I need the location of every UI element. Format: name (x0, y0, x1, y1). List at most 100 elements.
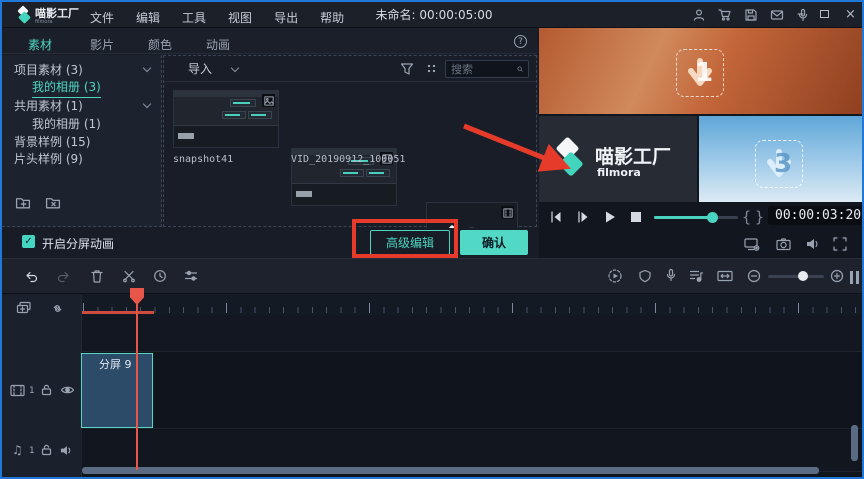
chevron-down-icon[interactable] (142, 99, 152, 109)
video-track-header: 1 (2, 353, 82, 429)
media-panel: 导入 snapshot41 (163, 55, 537, 266)
clip-label: 分屏 9 (99, 358, 132, 371)
delete-folder-icon[interactable] (45, 195, 61, 211)
lock-icon[interactable] (40, 383, 53, 397)
preview-pane-2-logo: 喵影工厂 filmora (539, 116, 697, 202)
grid-view-icon[interactable] (426, 63, 438, 75)
user-account-icon[interactable] (692, 8, 706, 22)
thumb-label-snapshot41: snapshot41 (173, 154, 234, 165)
tree-item-intro-samples[interactable]: 片头样例 (9) (14, 150, 83, 167)
render-preview-icon[interactable] (607, 268, 623, 284)
menu-view[interactable]: 视图 (228, 9, 252, 26)
audio-track: ♫ 1 (2, 430, 862, 472)
tree-item-my-album-2[interactable]: 我的相册 (1) (32, 115, 101, 132)
tree-item-shared-media[interactable]: 共用素材 (1) (14, 97, 152, 114)
playhead-line (136, 302, 138, 470)
vertical-scrollbar[interactable] (851, 425, 858, 461)
menu-file[interactable]: 文件 (90, 9, 114, 26)
app-sub-name: filmora (35, 19, 53, 25)
timeline-clip-split9[interactable]: 分屏 9 (81, 353, 153, 428)
help-icon[interactable]: ? (514, 35, 527, 48)
fullscreen-icon[interactable] (833, 237, 847, 251)
mail-icon[interactable] (770, 8, 784, 22)
display-settings-icon[interactable] (744, 237, 760, 252)
stop-icon[interactable] (630, 211, 642, 223)
dropzone-1: 1 (676, 49, 724, 97)
manage-tracks-icon[interactable] (16, 301, 32, 316)
previous-frame-icon[interactable] (549, 210, 563, 224)
adjust-settings-icon[interactable] (184, 269, 198, 283)
preview-timecode: 00:00:03:20 (768, 206, 862, 225)
tree-item-background-samples[interactable]: 背景样例 (15) (14, 133, 90, 150)
save-icon[interactable] (744, 8, 758, 22)
ruler-major-ticks (82, 303, 862, 313)
mute-speaker-icon[interactable] (60, 444, 73, 457)
add-folder-icon[interactable] (15, 195, 31, 211)
media-thumb-snapshot41[interactable] (173, 90, 279, 148)
dropzone-1-number: 1 (695, 58, 714, 88)
annotation-highlight-box (352, 219, 458, 258)
mark-in-icon[interactable]: { (742, 208, 751, 226)
split-animation-checkbox[interactable]: ✓ (22, 235, 35, 248)
fit-to-timeline-icon[interactable] (717, 269, 733, 283)
close-button[interactable]: × (845, 8, 856, 21)
import-chevron-icon[interactable] (230, 63, 240, 73)
panel-tab-bar: 素材 影片 颜色 动画 ? (2, 28, 537, 61)
lock-icon[interactable] (40, 443, 53, 457)
audio-mixer-icon[interactable] (689, 269, 704, 283)
confirm-button[interactable]: 确认 (460, 230, 528, 255)
cart-icon[interactable] (718, 8, 732, 22)
tree-item-my-album-selected[interactable]: 我的相册 (3) (32, 79, 101, 98)
chevron-down-icon[interactable] (142, 63, 152, 73)
timeline-zoom-knob[interactable] (798, 271, 808, 281)
app-name: 喵影工厂 (35, 7, 79, 20)
search-input[interactable] (451, 62, 517, 76)
shield-icon[interactable] (638, 269, 652, 283)
filter-icon[interactable] (400, 62, 414, 76)
menu-tools[interactable]: 工具 (182, 9, 206, 26)
thumb-label-vid: VID_20190912_100051 (291, 154, 406, 165)
next-frame-icon[interactable] (576, 210, 590, 224)
ruler-clip-extent-highlight (82, 311, 154, 314)
eye-visibility-icon[interactable] (60, 384, 75, 396)
menu-help[interactable]: 帮助 (320, 9, 344, 26)
video-badge-icon (501, 206, 514, 219)
image-badge-icon (262, 94, 275, 107)
timeline-area: 00:00:00:00 00:00:10:00 00:00:20:00 00:0… (2, 295, 862, 477)
import-button[interactable]: 导入 (188, 63, 212, 75)
undo-icon[interactable] (24, 269, 39, 284)
search-box[interactable] (445, 60, 529, 78)
preview-panel: 1 喵影工厂 filmora 3 {} 00:00:03:20 (539, 28, 862, 258)
seek-slider[interactable] (654, 212, 738, 223)
maximize-button[interactable] (820, 10, 829, 18)
audio-track-header: ♫ 1 (2, 430, 82, 472)
title-bar: 喵影工厂 filmora 文件 编辑 工具 视图 导出 帮助 未命名: 00:0… (2, 2, 862, 28)
record-voiceover-icon[interactable] (664, 268, 678, 283)
audio-track-icon: ♫ (12, 443, 23, 457)
audio-track-number: 1 (29, 446, 35, 456)
dropzone-3: 3 (755, 140, 803, 188)
menu-edit[interactable]: 编辑 (136, 9, 160, 26)
redo-icon[interactable] (56, 269, 71, 284)
snapshot-camera-icon[interactable] (776, 237, 791, 251)
zoom-out-icon[interactable] (747, 269, 761, 283)
horizontal-scrollbar[interactable] (82, 467, 819, 474)
zoom-in-icon[interactable] (830, 269, 844, 283)
search-icon[interactable] (517, 63, 523, 75)
duration-clock-icon[interactable] (153, 269, 167, 283)
split-animation-label: 开启分屏动画 (42, 237, 115, 251)
mark-out-icon[interactable]: } (755, 208, 764, 226)
menu-export[interactable]: 导出 (274, 9, 298, 26)
panel-layout-icon[interactable] (850, 269, 862, 288)
delete-icon[interactable] (90, 269, 104, 284)
volume-icon[interactable] (806, 237, 820, 251)
seek-slider-knob[interactable] (707, 212, 718, 223)
timeline-zoom-slider[interactable] (768, 271, 824, 281)
tree-item-project-media[interactable]: 项目素材 (3) (14, 61, 152, 78)
minimize-button[interactable]: – (797, 7, 804, 21)
link-icon[interactable] (50, 301, 65, 316)
split-scissors-icon[interactable] (122, 269, 136, 283)
play-icon[interactable] (603, 210, 617, 224)
media-toolbar: 导入 (164, 56, 536, 82)
preview-secondary-controls (539, 231, 862, 257)
